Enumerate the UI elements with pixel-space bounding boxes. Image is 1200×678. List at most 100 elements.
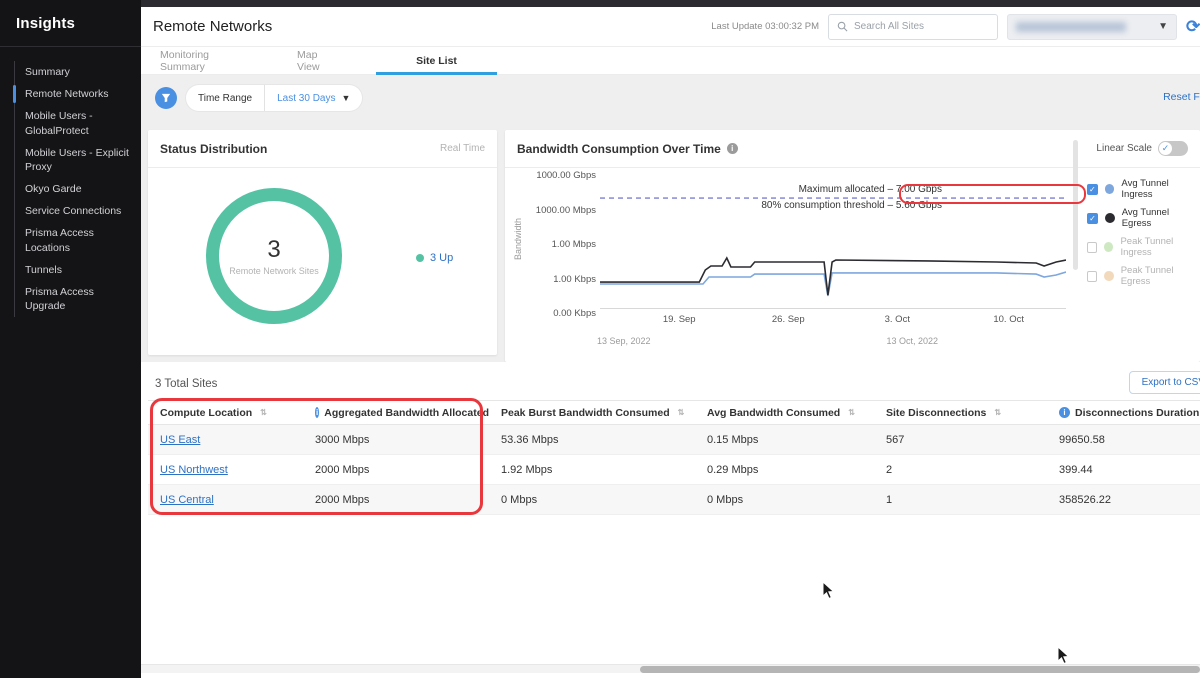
- site-search[interactable]: [828, 14, 998, 40]
- legend-color-dot: [1105, 184, 1115, 194]
- legend-color-dot: [1104, 242, 1113, 252]
- cards-background: Status Distribution Real Time 3 Remote N…: [141, 121, 1200, 362]
- sidebar-item-prisma-access-upgrade[interactable]: Prisma Access Upgrade: [15, 281, 141, 317]
- cell-peak_burst: 0 Mbps: [489, 494, 695, 506]
- legend-color-dot: [1104, 271, 1113, 281]
- legend-item-peak-tunnel-egress[interactable]: Peak Tunnel Egress: [1087, 265, 1200, 287]
- sidebar-item-remote-networks[interactable]: Remote Networks: [15, 83, 141, 105]
- sort-icon[interactable]: ⇅: [848, 408, 854, 417]
- page-header: Remote Networks Last Update 03:00:32 PM …: [141, 7, 1200, 47]
- cell-disconnections: 1: [874, 494, 1047, 506]
- refresh-icon[interactable]: ⟳: [1186, 17, 1200, 37]
- range-start-label: 13 Sep, 2022: [597, 336, 651, 346]
- reset-filters-button[interactable]: Reset Filters: [1163, 91, 1200, 103]
- x-axis-tick: 19. Sep: [663, 314, 696, 325]
- filter-funnel-icon: [161, 93, 171, 103]
- legend-checkbox[interactable]: [1087, 242, 1097, 253]
- column-header-avg-bandwidth-consumed: Avg Bandwidth Consumed⇅: [695, 407, 874, 419]
- legend-scrollbar[interactable]: [1073, 140, 1078, 270]
- y-axis-tick: 1000.00 Mbps: [516, 205, 596, 216]
- legend-item-peak-tunnel-ingress[interactable]: Peak Tunnel Ingress: [1087, 236, 1200, 258]
- table-row: US Central2000 Mbps0 Mbps0 Mbps1358526.2…: [148, 485, 1200, 515]
- bandwidth-card-title: Bandwidth Consumption Over Time: [517, 142, 721, 156]
- threshold-annotation: 80% consumption threshold – 5.60 Gbps: [761, 200, 942, 211]
- chevron-down-icon[interactable]: ▼: [341, 93, 362, 103]
- column-header-peak-burst-bandwidth-consumed: Peak Burst Bandwidth Consumed⇅: [489, 407, 695, 419]
- tab-monitoring-summary[interactable]: Monitoring Summary: [160, 47, 246, 75]
- y-axis-tick: 1.00 Kbps: [516, 274, 596, 285]
- donut-label: Remote Network Sites: [229, 266, 319, 276]
- info-icon[interactable]: i: [315, 407, 319, 418]
- donut-value: 3: [267, 236, 280, 264]
- legend-item-avg-tunnel-egress[interactable]: ✓ Avg Tunnel Egress: [1087, 207, 1200, 229]
- cell-avg_bandwidth: 0 Mbps: [695, 494, 874, 506]
- series-avg-tunnel-egress: [600, 258, 1066, 295]
- sidebar-item-prisma-access-locations[interactable]: Prisma Access Locations: [15, 222, 141, 258]
- cell-compute_location: US East: [148, 434, 303, 446]
- sidebar-title: Insights: [0, 0, 141, 47]
- status-legend-item[interactable]: 3 Up: [416, 252, 453, 264]
- filter-button[interactable]: [155, 87, 177, 109]
- table-header-row: Compute Location⇅iAggregated Bandwidth A…: [148, 400, 1200, 425]
- horizontal-scrollbar-thumb[interactable]: [640, 666, 1200, 673]
- status-distribution-card: Status Distribution Real Time 3 Remote N…: [148, 130, 497, 355]
- linear-scale-toggle[interactable]: ✓: [1158, 141, 1188, 156]
- site-list-section: 3 Total Sites Export to CSV Compute Loca…: [141, 362, 1200, 662]
- chevron-down-icon: ▼: [1158, 21, 1168, 32]
- sort-icon[interactable]: ⇅: [260, 408, 266, 417]
- export-csv-button[interactable]: Export to CSV: [1129, 371, 1200, 394]
- tab-bar: Monitoring Summary Map View Site List: [141, 47, 1200, 75]
- chart-legend: ✓Avg Tunnel Ingress✓Avg Tunnel EgressPea…: [1087, 178, 1200, 287]
- x-axis-tick: 26. Sep: [772, 314, 805, 325]
- cell-disconnections: 567: [874, 434, 1047, 446]
- sort-icon[interactable]: ⇅: [994, 408, 1000, 417]
- legend-label: Peak Tunnel Egress: [1121, 265, 1200, 287]
- toggle-check-icon: ✓: [1159, 142, 1172, 155]
- legend-checkbox[interactable]: ✓: [1087, 213, 1098, 224]
- status-up-dot: [416, 254, 424, 262]
- real-time-badge: Real Time: [440, 143, 485, 154]
- search-input[interactable]: [854, 21, 989, 32]
- sidebar-item-summary[interactable]: Summary: [15, 61, 141, 83]
- legend-item-avg-tunnel-ingress[interactable]: ✓Avg Tunnel Ingress: [1087, 178, 1200, 200]
- bandwidth-card: Bandwidth Consumption Over Time i Linear…: [505, 130, 1200, 362]
- tab-site-list[interactable]: Site List: [376, 47, 497, 75]
- top-strip: [141, 0, 1200, 7]
- account-dropdown[interactable]: ▼: [1007, 14, 1177, 40]
- cell-peak_burst: 1.92 Mbps: [489, 464, 695, 476]
- sidebar-item-mobile-users-globalprotect[interactable]: Mobile Users - GlobalProtect: [15, 105, 141, 141]
- status-donut-chart: 3 Remote Network Sites: [206, 188, 342, 324]
- last-update-text: Last Update 03:00:32 PM: [711, 21, 819, 32]
- total-sites-label: 3 Total Sites: [155, 378, 217, 390]
- column-header-site-disconnections: Site Disconnections⇅: [874, 407, 1047, 419]
- sidebar-item-tunnels[interactable]: Tunnels: [15, 259, 141, 281]
- horizontal-scrollbar: [141, 664, 1200, 673]
- info-icon[interactable]: i: [727, 143, 738, 154]
- legend-checkbox[interactable]: [1087, 271, 1097, 282]
- cell-compute_location: US Central: [148, 494, 303, 506]
- range-end-label: 13 Oct, 2022: [886, 336, 938, 346]
- time-range-value[interactable]: Last 30 Days: [265, 93, 341, 104]
- bandwidth-chart: Bandwidth 1000.00 Gbps1000.00 Mbps1.00 M…: [505, 168, 1076, 362]
- legend-label: Avg Tunnel Egress: [1122, 207, 1200, 229]
- series-avg-tunnel-ingress: [600, 272, 1066, 296]
- search-icon: [837, 21, 848, 32]
- tab-map-view[interactable]: Map View: [297, 47, 341, 75]
- page-title: Remote Networks: [153, 18, 272, 35]
- legend-label: Peak Tunnel Ingress: [1120, 236, 1200, 258]
- sidebar-item-service-connections[interactable]: Service Connections: [15, 200, 141, 222]
- cell-compute_location: US Northwest: [148, 464, 303, 476]
- sidebar-item-mobile-users-explicit-proxy[interactable]: Mobile Users - Explicit Proxy: [15, 142, 141, 178]
- column-header-compute-location: Compute Location⇅: [148, 407, 303, 419]
- table-row: US Northwest2000 Mbps1.92 Mbps0.29 Mbps2…: [148, 455, 1200, 485]
- site-link[interactable]: US East: [160, 434, 200, 446]
- info-icon[interactable]: i: [1059, 407, 1070, 418]
- legend-checkbox[interactable]: ✓: [1087, 184, 1098, 195]
- site-link[interactable]: US Central: [160, 494, 214, 506]
- sort-icon[interactable]: ⇅: [678, 408, 684, 417]
- x-axis-line: [600, 308, 1066, 309]
- status-card-title: Status Distribution: [160, 142, 267, 156]
- sidebar-item-okyo-garde[interactable]: Okyo Garde: [15, 178, 141, 200]
- site-link[interactable]: US Northwest: [160, 464, 228, 476]
- y-axis-tick: 1000.00 Gbps: [516, 170, 596, 181]
